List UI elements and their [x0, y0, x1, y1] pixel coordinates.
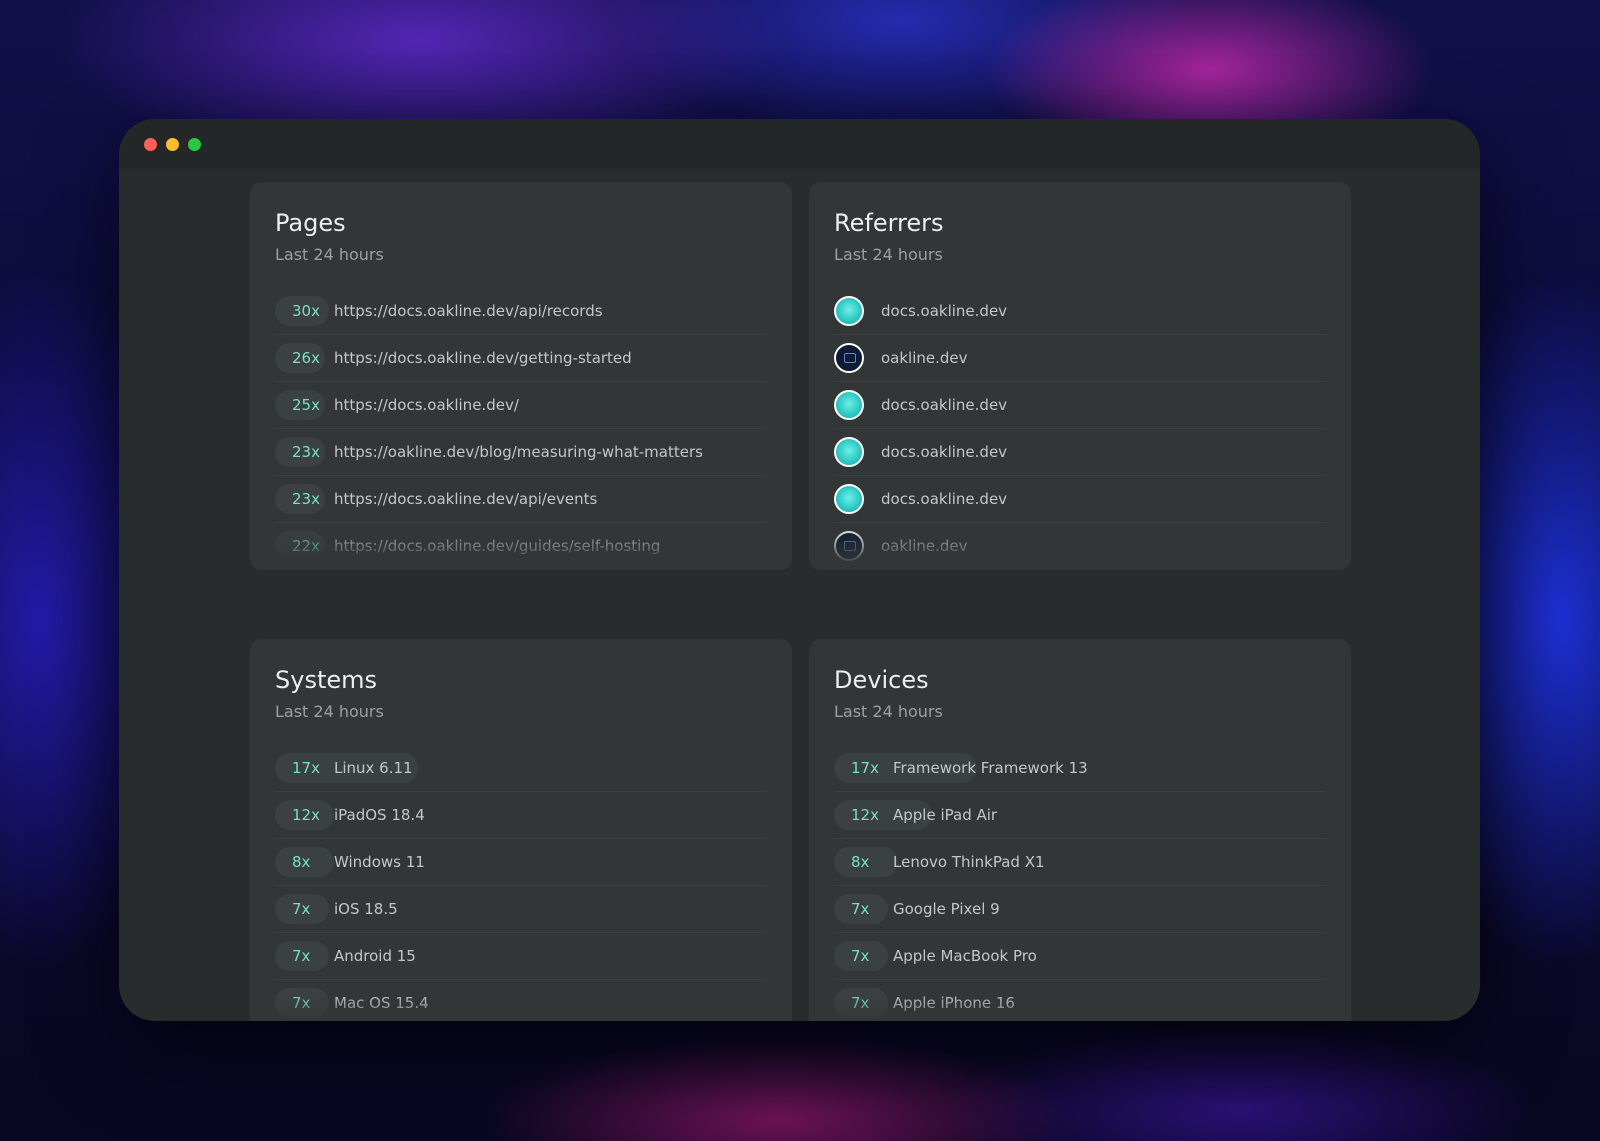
item-label: Apple MacBook Pro [893, 947, 1037, 965]
list-item[interactable]: oakline.dev [834, 523, 1326, 570]
list-item[interactable]: 7x Android 15 [275, 933, 767, 980]
visit-count: 7x [292, 947, 311, 965]
item-label: Windows 11 [334, 853, 425, 871]
title-bar [119, 119, 1480, 169]
list-item[interactable]: docs.oakline.dev [834, 429, 1326, 476]
docs-favicon-icon [834, 484, 864, 514]
item-label: https://docs.oakline.dev/getting-started [334, 349, 632, 367]
visit-count: 22x [292, 537, 320, 555]
item-label: docs.oakline.dev [881, 302, 1008, 320]
list-item[interactable]: 7x Apple iPhone 16 [834, 980, 1326, 1021]
list-item[interactable]: 8x Lenovo ThinkPad X1 [834, 839, 1326, 886]
item-label: https://docs.oakline.dev/ [334, 396, 519, 414]
docs-favicon-icon [834, 390, 864, 420]
list-item[interactable]: 23x https://oakline.dev/blog/measuring-wh… [275, 429, 767, 476]
list-item[interactable]: 25x https://docs.oakline.dev/ [275, 382, 767, 429]
card-subtitle: Last 24 hours [275, 245, 384, 264]
visit-count: 7x [292, 900, 311, 918]
item-label: Mac OS 15.4 [334, 994, 429, 1012]
card-subtitle: Last 24 hours [834, 245, 943, 264]
item-label: iPadOS 18.4 [334, 806, 425, 824]
minimize-window-button[interactable] [166, 137, 179, 151]
visit-count: 23x [292, 443, 320, 461]
list-item[interactable]: 23x https://docs.oakline.dev/api/events [275, 476, 767, 523]
list-item[interactable]: 7x Mac OS 15.4 [275, 980, 767, 1021]
item-label: https://docs.oakline.dev/api/records [334, 302, 603, 320]
visit-count: 7x [292, 994, 311, 1012]
visit-count: 30x [292, 302, 320, 320]
visit-count: 7x [851, 947, 870, 965]
card-title: Referrers [834, 209, 944, 237]
list-item[interactable]: 12x iPadOS 18.4 [275, 792, 767, 839]
item-label: oakline.dev [881, 537, 968, 555]
list-item[interactable]: 7x iOS 18.5 [275, 886, 767, 933]
list-item[interactable]: docs.oakline.dev [834, 476, 1326, 523]
referrers-card: Referrers Last 24 hours docs.oakline.dev… [809, 182, 1351, 570]
referrers-list: docs.oakline.dev oakline.dev docs.oakline.… [834, 288, 1326, 570]
systems-list: 17x Linux 6.11 12x iPadOS 18.4 8x Windows 11 7… [275, 745, 767, 1021]
item-label: https://docs.oakline.dev/api/events [334, 490, 598, 508]
item-label: oakline.dev [881, 349, 968, 367]
list-item[interactable]: 17x Framework Framework 13 [834, 745, 1326, 792]
list-item[interactable]: 17x Linux 6.11 [275, 745, 767, 792]
list-item[interactable]: 12x Apple iPad Air [834, 792, 1326, 839]
item-label: docs.oakline.dev [881, 443, 1008, 461]
item-label: Lenovo ThinkPad X1 [893, 853, 1045, 871]
card-title: Systems [275, 666, 377, 694]
oakline-favicon-icon [834, 343, 864, 373]
visit-count: 23x [292, 490, 320, 508]
close-window-button[interactable] [144, 137, 157, 151]
card-subtitle: Last 24 hours [275, 702, 384, 721]
pages-card: Pages Last 24 hours 30x https://docs.oakl… [250, 182, 792, 570]
item-label: Apple iPhone 16 [893, 994, 1015, 1012]
visit-count: 8x [292, 853, 311, 871]
list-item[interactable]: docs.oakline.dev [834, 288, 1326, 335]
card-title: Devices [834, 666, 929, 694]
visit-count: 8x [851, 853, 870, 871]
list-item[interactable]: 7x Google Pixel 9 [834, 886, 1326, 933]
card-title: Pages [275, 209, 346, 237]
list-item[interactable]: 8x Windows 11 [275, 839, 767, 886]
devices-list: 17x Framework Framework 13 12x Apple iPad A… [834, 745, 1326, 1021]
item-label: Google Pixel 9 [893, 900, 1000, 918]
visit-count: 7x [851, 900, 870, 918]
docs-favicon-icon [834, 437, 864, 467]
visit-count: 12x [292, 806, 320, 824]
docs-favicon-icon [834, 296, 864, 326]
item-label: Linux 6.11 [334, 759, 413, 777]
app-window: Pages Last 24 hours 30x https://docs.oakl… [119, 119, 1480, 1021]
visit-count: 12x [851, 806, 879, 824]
systems-card: Systems Last 24 hours 17x Linux 6.11 12x iP… [250, 639, 792, 1021]
list-item[interactable]: 22x https://docs.oakline.dev/guides/self-… [275, 523, 767, 570]
visit-count: 26x [292, 349, 320, 367]
item-label: iOS 18.5 [334, 900, 398, 918]
list-item[interactable]: oakline.dev [834, 335, 1326, 382]
list-item[interactable]: docs.oakline.dev [834, 382, 1326, 429]
item-label: Android 15 [334, 947, 416, 965]
pages-list: 30x https://docs.oakline.dev/api/records 2… [275, 288, 767, 570]
oakline-favicon-icon [834, 531, 864, 561]
item-label: docs.oakline.dev [881, 396, 1008, 414]
maximize-window-button[interactable] [188, 137, 201, 151]
devices-card: Devices Last 24 hours 17x Framework Frame… [809, 639, 1351, 1021]
list-item[interactable]: 30x https://docs.oakline.dev/api/records [275, 288, 767, 335]
item-label: docs.oakline.dev [881, 490, 1008, 508]
list-item[interactable]: 7x Apple MacBook Pro [834, 933, 1326, 980]
visit-count: 7x [851, 994, 870, 1012]
visit-count: 25x [292, 396, 320, 414]
item-label: Apple iPad Air [893, 806, 998, 824]
list-item[interactable]: 26x https://docs.oakline.dev/getting-star… [275, 335, 767, 382]
item-label: https://docs.oakline.dev/guides/self-hos… [334, 537, 661, 555]
item-label: https://oakline.dev/blog/measuring-what-… [334, 443, 703, 461]
visit-count: 17x [851, 759, 879, 777]
visit-count: 17x [292, 759, 320, 777]
item-label: Framework Framework 13 [893, 759, 1088, 777]
card-subtitle: Last 24 hours [834, 702, 943, 721]
